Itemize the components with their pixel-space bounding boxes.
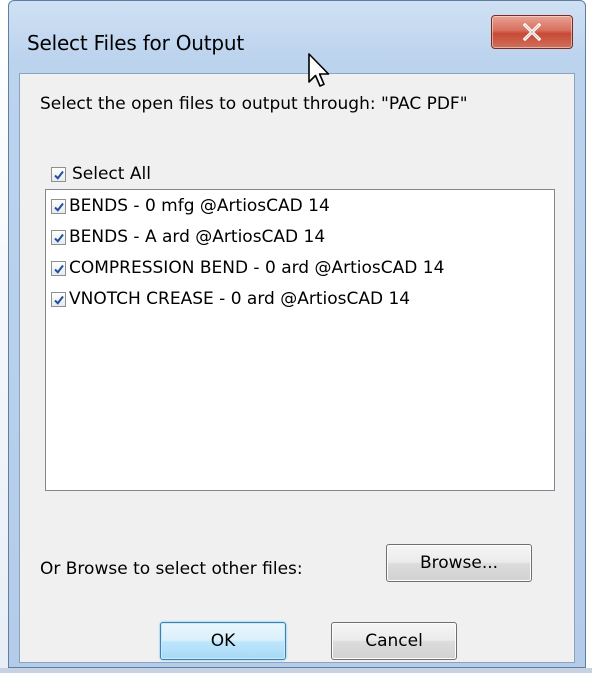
file-list-item-label: VNOTCH CREASE - 0 ard @ArtiosCAD 14 bbox=[69, 289, 411, 309]
file-list-item-label: COMPRESSION BEND - 0 ard @ArtiosCAD 14 bbox=[69, 258, 445, 278]
close-button[interactable] bbox=[491, 15, 573, 49]
file-list-item-label: BENDS - A ard @ArtiosCAD 14 bbox=[69, 227, 326, 247]
checkbox-checked-icon[interactable] bbox=[51, 229, 66, 245]
ok-button[interactable]: OK bbox=[160, 622, 286, 660]
dialog-window: Select Files for Output Select the open … bbox=[8, 0, 586, 668]
select-all-label: Select All bbox=[72, 164, 151, 184]
file-list-item-label: BENDS - 0 mfg @ArtiosCAD 14 bbox=[69, 196, 330, 216]
window-title: Select Files for Output bbox=[27, 31, 245, 55]
browse-prompt: Or Browse to select other files: bbox=[40, 559, 303, 579]
file-list-item[interactable]: BENDS - 0 mfg @ArtiosCAD 14 bbox=[51, 196, 330, 216]
cancel-button[interactable]: Cancel bbox=[331, 622, 457, 660]
instruction-text: Select the open files to output through:… bbox=[40, 94, 468, 114]
checkbox-checked-icon[interactable] bbox=[51, 291, 66, 307]
select-all-checkbox[interactable]: Select All bbox=[51, 164, 151, 184]
mouse-cursor-icon bbox=[308, 53, 330, 87]
checkbox-checked-icon[interactable] bbox=[51, 166, 66, 182]
dialog-client-area: Select the open files to output through:… bbox=[19, 73, 575, 663]
browse-button[interactable]: Browse... bbox=[386, 544, 532, 582]
desktop-background bbox=[0, 0, 8, 673]
title-bar[interactable]: Select Files for Output bbox=[9, 1, 585, 73]
file-list-item[interactable]: VNOTCH CREASE - 0 ard @ArtiosCAD 14 bbox=[51, 289, 410, 309]
checkbox-checked-icon[interactable] bbox=[51, 198, 66, 214]
close-x-icon bbox=[522, 23, 542, 41]
file-list-item[interactable]: COMPRESSION BEND - 0 ard @ArtiosCAD 14 bbox=[51, 258, 444, 278]
file-list-item[interactable]: BENDS - A ard @ArtiosCAD 14 bbox=[51, 227, 325, 247]
window-bottom-edge bbox=[0, 668, 592, 673]
file-list[interactable]: BENDS - 0 mfg @ArtiosCAD 14 BENDS - A ar… bbox=[45, 189, 555, 491]
checkbox-checked-icon[interactable] bbox=[51, 260, 66, 276]
